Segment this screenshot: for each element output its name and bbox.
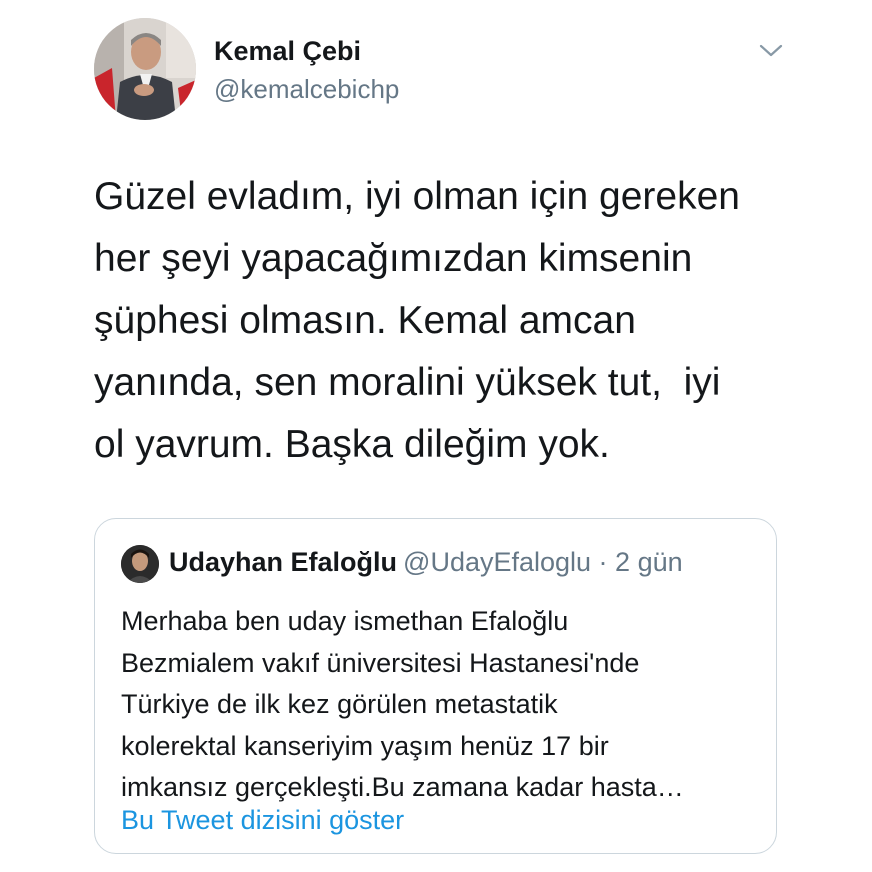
quoted-text-line: Türkiye de ilk kez görülen metastatik	[121, 689, 558, 719]
profile-photo-icon	[94, 18, 196, 120]
chevron-down-icon[interactable]	[758, 40, 784, 62]
quoted-author-avatar[interactable]	[121, 545, 159, 583]
quoted-text-line: imkansız gerçekleşti.Bu zamana kadar has…	[121, 772, 684, 802]
tweet-text-line: her şeyi yapacağımızdan kimsenin	[94, 237, 693, 280]
tweet-text-line: ol yavrum. Başka dileğim yok.	[94, 423, 610, 466]
quoted-tweet-card[interactable]: Udayhan Efaloğlu @UdayEfaloglu · 2 gün Me…	[94, 518, 777, 854]
quoted-text-line: kolerektal kanseriyim yaşım henüz 17 bir	[121, 730, 609, 761]
quoted-author-handle[interactable]: @UdayEfaloglu	[403, 547, 591, 577]
author-avatar[interactable]	[94, 18, 196, 120]
tweet: Kemal Çebi @kemalcebichp Güzel evladım, …	[0, 0, 872, 872]
tweet-text-line: yanında, sen moralini yüksek tut, iyi	[94, 361, 721, 404]
quoted-tweet-text: Merhaba ben uday ismethan Efaloğlu Bezmi…	[121, 601, 761, 809]
quoted-timestamp[interactable]: 2 gün	[615, 547, 683, 577]
show-thread-link[interactable]: Bu Tweet dizisini göster	[121, 805, 404, 836]
tweet-text: Güzel evladım, iyi olman için gereken he…	[94, 166, 794, 476]
quoted-header: Udayhan Efaloğlu @UdayEfaloglu · 2 gün	[169, 547, 683, 578]
profile-photo-icon	[121, 545, 159, 583]
quoted-author-name[interactable]: Udayhan Efaloğlu	[169, 547, 397, 577]
quoted-text-line: Bezmialem vakıf üniversitesi Hastanesi'n…	[121, 647, 640, 678]
author-name[interactable]: Kemal Çebi	[214, 36, 361, 67]
tweet-text-line: şüphesi olmasın. Kemal amcan	[94, 299, 636, 342]
tweet-text-line: Güzel evladım, iyi olman için gereken	[94, 175, 740, 218]
quoted-text-line: Merhaba ben uday ismethan Efaloğlu	[121, 606, 569, 636]
separator-dot: ·	[591, 547, 616, 577]
author-handle[interactable]: @kemalcebichp	[214, 74, 399, 105]
